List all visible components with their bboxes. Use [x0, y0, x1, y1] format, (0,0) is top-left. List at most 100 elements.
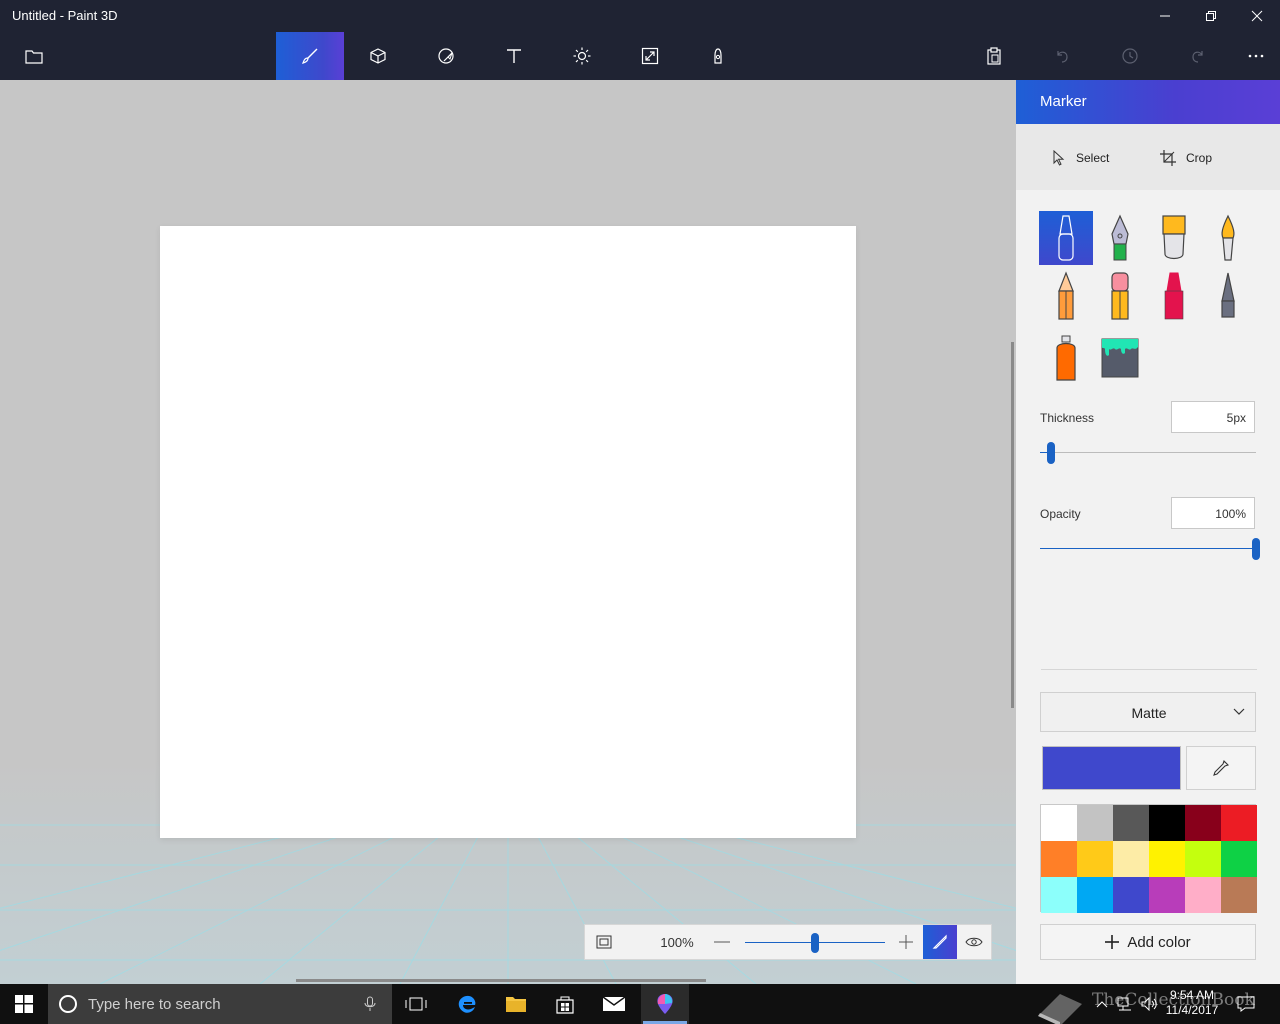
pencil-icon [1058, 271, 1074, 320]
paste-icon [987, 47, 1001, 65]
tab-canvas[interactable] [616, 32, 684, 80]
palette-swatch[interactable] [1185, 805, 1221, 841]
pixel-pen-icon [1221, 272, 1235, 318]
menu-button[interactable] [0, 32, 68, 80]
minimize-button[interactable] [1142, 0, 1188, 32]
main-toolbar [0, 32, 1280, 80]
add-color-button[interactable]: Add color [1040, 924, 1256, 960]
close-button[interactable] [1234, 0, 1280, 32]
redo-icon [1192, 51, 1203, 63]
task-view-button[interactable] [394, 984, 438, 1024]
palette-swatch[interactable] [1077, 877, 1113, 913]
show-hidden-icons-button[interactable] [1092, 984, 1112, 1024]
brush-spray-can[interactable] [1039, 331, 1093, 385]
eyedropper-button[interactable] [1186, 746, 1256, 790]
oil-brush-icon [1162, 215, 1186, 260]
palette-swatch[interactable] [1041, 841, 1077, 877]
zoom-in-button[interactable] [895, 925, 917, 959]
current-color-swatch[interactable] [1042, 746, 1181, 790]
zoom-slider-thumb[interactable] [811, 933, 819, 953]
add-color-label: Add color [1127, 933, 1191, 951]
store-icon [556, 996, 574, 1014]
palette-swatch[interactable] [1221, 841, 1257, 877]
palette-swatch[interactable] [1185, 841, 1221, 877]
thickness-input[interactable]: 5px [1171, 401, 1255, 433]
brush-oil[interactable] [1147, 211, 1201, 265]
brush-eraser[interactable] [1093, 269, 1147, 323]
paint-3d-taskbar-button[interactable] [641, 984, 689, 1024]
thickness-slider-track[interactable] [1040, 452, 1256, 453]
undo-button[interactable] [1028, 32, 1096, 80]
pencil-icon [932, 934, 947, 949]
palette-swatch[interactable] [1185, 877, 1221, 913]
store-button[interactable] [543, 984, 587, 1024]
brush-pixel-pen[interactable] [1201, 269, 1255, 323]
notification-icon [1237, 996, 1255, 1012]
palette-swatch[interactable] [1041, 877, 1077, 913]
brush-fill[interactable] [1093, 331, 1147, 385]
paste-button[interactable] [960, 32, 1028, 80]
zoom-out-button[interactable] [711, 925, 733, 959]
sun-icon [573, 47, 591, 65]
crop-button[interactable]: Crop [1160, 148, 1212, 168]
tab-remix-3d[interactable] [684, 32, 752, 80]
action-center-button[interactable] [1234, 984, 1258, 1024]
vertical-scrollbar[interactable] [1011, 342, 1014, 708]
mail-icon [602, 996, 626, 1011]
palette-swatch[interactable] [1113, 841, 1149, 877]
palette-swatch[interactable] [1077, 805, 1113, 841]
drawing-canvas[interactable] [160, 226, 856, 838]
crop-label: Crop [1186, 151, 1213, 165]
tab-3d-shapes[interactable] [344, 32, 412, 80]
edit-view-button[interactable] [923, 925, 957, 959]
horizontal-scrollbar[interactable] [296, 979, 706, 982]
select-button[interactable]: Select [1052, 148, 1109, 168]
zoom-value[interactable]: 100% [645, 925, 709, 959]
file-explorer-button[interactable] [494, 984, 538, 1024]
view-mode-button[interactable] [957, 925, 991, 959]
restore-button[interactable] [1188, 0, 1234, 32]
palette-swatch[interactable] [1041, 805, 1077, 841]
brush-calligraphy-pen[interactable] [1093, 211, 1147, 265]
network-button[interactable] [1114, 984, 1136, 1024]
plus-icon [1105, 935, 1120, 949]
cube-icon [370, 48, 386, 64]
brush-panel: Marker Select Crop Thickness 5px Opacity… [1016, 80, 1280, 984]
finish-dropdown[interactable]: Matte [1040, 692, 1256, 732]
start-button[interactable] [0, 984, 48, 1024]
brush-pencil[interactable] [1039, 269, 1093, 323]
opacity-input[interactable]: 100% [1171, 497, 1255, 529]
search-placeholder: Type here to search [88, 996, 221, 1013]
spray-can-icon [1056, 335, 1076, 381]
more-button[interactable] [1222, 32, 1280, 80]
palette-swatch[interactable] [1113, 805, 1149, 841]
palette-swatch[interactable] [1149, 877, 1185, 913]
volume-button[interactable] [1138, 984, 1162, 1024]
brush-crayon[interactable] [1147, 269, 1201, 323]
thickness-slider-thumb[interactable] [1046, 442, 1055, 464]
tab-stickers[interactable] [412, 32, 480, 80]
brush-watercolor[interactable] [1201, 211, 1255, 265]
workspace: 100% [0, 80, 1016, 984]
marker-icon [1058, 215, 1074, 261]
opacity-slider-thumb[interactable] [1252, 538, 1260, 560]
palette-swatch[interactable] [1113, 877, 1149, 913]
palette-swatch[interactable] [1221, 805, 1257, 841]
fit-to-screen-button[interactable] [585, 925, 623, 959]
palette-swatch[interactable] [1221, 877, 1257, 913]
tab-effects[interactable] [548, 32, 616, 80]
search-box[interactable]: Type here to search [48, 984, 392, 1024]
crop-icon [1160, 150, 1176, 166]
tab-text[interactable] [480, 32, 548, 80]
palette-swatch[interactable] [1149, 841, 1185, 877]
eyedropper-icon [1213, 759, 1230, 776]
palette-swatch[interactable] [1077, 841, 1113, 877]
mail-button[interactable] [592, 984, 636, 1024]
history-button[interactable] [1096, 32, 1164, 80]
brush-marker[interactable] [1039, 211, 1093, 265]
palette-swatch[interactable] [1149, 805, 1185, 841]
system-clock[interactable]: 9:54 AM 11/4/2017 [1162, 988, 1222, 1018]
remix-icon [714, 48, 722, 64]
tab-brushes[interactable] [276, 32, 344, 80]
edge-button[interactable] [445, 984, 489, 1024]
